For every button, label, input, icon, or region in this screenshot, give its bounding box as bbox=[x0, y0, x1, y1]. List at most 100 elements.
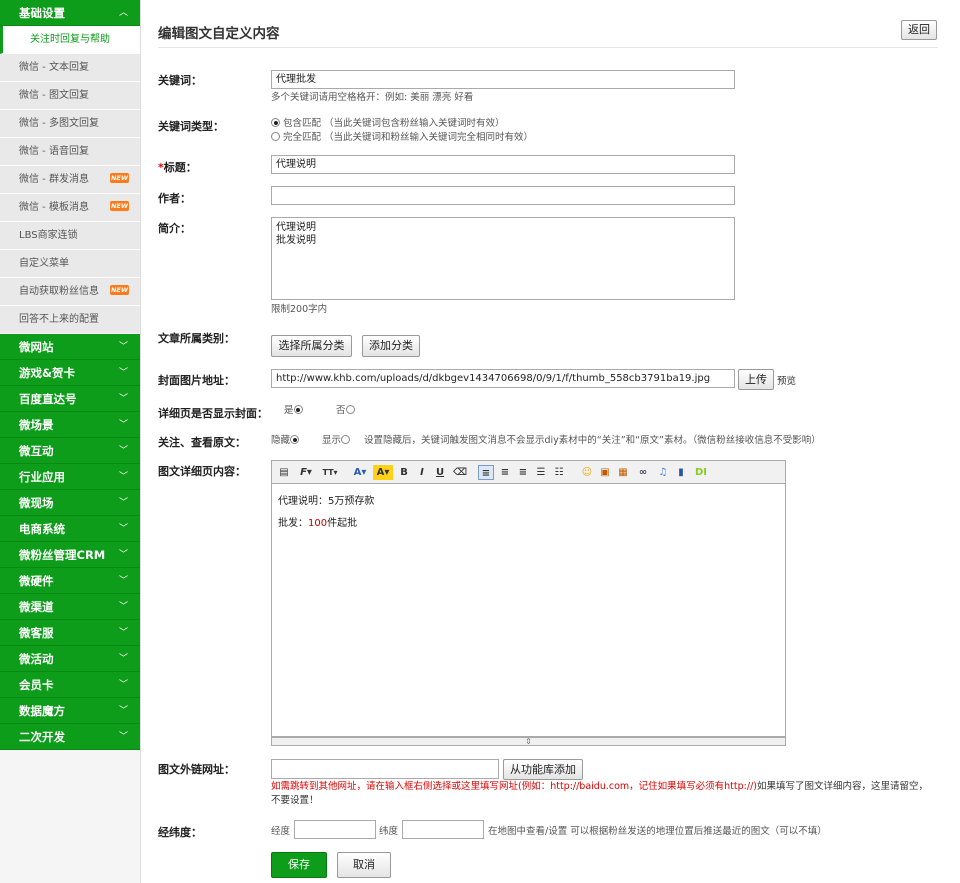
align-center-icon[interactable]: ≡ bbox=[498, 465, 512, 480]
underline-icon[interactable]: U bbox=[434, 465, 446, 480]
radio-unchecked-icon[interactable] bbox=[345, 405, 355, 414]
multi-image-icon[interactable]: ▦ bbox=[616, 465, 630, 480]
preview-link[interactable]: 预览 bbox=[777, 373, 796, 387]
sidebar-group[interactable]: 微硬件 ﹀ bbox=[0, 568, 140, 594]
sidebar-group[interactable]: 微活动 ﹀ bbox=[0, 646, 140, 672]
bold-icon[interactable]: B bbox=[398, 465, 410, 480]
radio-unchecked-icon[interactable] bbox=[271, 132, 280, 141]
sidebar-group[interactable]: 微网站 ﹀ bbox=[0, 334, 140, 360]
sidebar-group[interactable]: 百度直达号 ﹀ bbox=[0, 386, 140, 412]
show-cover-no-option[interactable]: 否 bbox=[336, 402, 358, 416]
chevron-down-icon: ﹀ bbox=[118, 472, 128, 482]
sidebar-group[interactable]: 游戏&贺卡 ﹀ bbox=[0, 360, 140, 386]
sidebar-group-basic-settings[interactable]: 基础设置 ︿ bbox=[0, 0, 140, 26]
author-input[interactable] bbox=[271, 186, 735, 205]
group-label: 微粉丝管理CRM bbox=[19, 548, 106, 562]
upload-button[interactable]: 上传 bbox=[738, 369, 774, 390]
sidebar-group[interactable]: 微现场 ﹀ bbox=[0, 490, 140, 516]
video-icon[interactable]: ▮ bbox=[674, 465, 688, 480]
group-label: 百度直达号 bbox=[19, 392, 77, 406]
show-cover-label: 详细页是否显示封面： bbox=[158, 407, 268, 420]
sidebar-item[interactable]: 自动获取粉丝信息 NEW bbox=[0, 278, 140, 306]
extlink-input[interactable] bbox=[271, 759, 499, 779]
sidebar-item[interactable]: 微信 - 文本回复 bbox=[0, 54, 140, 82]
editor-content[interactable]: 代理说明：5万预存款 批发：100件起批 bbox=[271, 484, 786, 737]
intro-limit-hint: 限制200字内 bbox=[271, 304, 328, 315]
follow-hide-option[interactable]: 隐藏 bbox=[271, 432, 302, 446]
font-family-icon[interactable]: F▾ bbox=[296, 465, 316, 480]
sidebar-item[interactable]: 回答不上来的配置 bbox=[0, 306, 140, 334]
font-color-icon[interactable]: A▾ bbox=[350, 465, 370, 480]
chevron-down-icon: ﹀ bbox=[118, 732, 128, 742]
music-icon[interactable]: ♫ bbox=[656, 465, 670, 480]
font-size-icon[interactable]: TT▾ bbox=[320, 465, 340, 480]
chevron-up-icon: ︿ bbox=[118, 8, 128, 18]
intro-textarea[interactable]: 代理说明 批发说明 bbox=[271, 217, 735, 300]
align-left-icon[interactable]: ≡ bbox=[478, 465, 494, 480]
sidebar-group[interactable]: 微场景 ﹀ bbox=[0, 412, 140, 438]
eraser-icon[interactable]: ⌫ bbox=[453, 465, 467, 480]
yes-label: 是 bbox=[284, 405, 294, 416]
sidebar-group[interactable]: 行业应用 ﹀ bbox=[0, 464, 140, 490]
sidebar-group[interactable]: 会员卡 ﹀ bbox=[0, 672, 140, 698]
radio-checked-icon[interactable] bbox=[293, 405, 303, 414]
link-icon[interactable]: ∞ bbox=[636, 465, 650, 480]
radio-checked-icon[interactable] bbox=[271, 118, 280, 127]
sidebar-item-label: LBS商家连锁 bbox=[19, 230, 78, 241]
editor-paragraph: 批发：100件起批 bbox=[278, 513, 779, 535]
back-button[interactable]: 返回 bbox=[901, 20, 937, 40]
longitude-input[interactable] bbox=[294, 820, 376, 839]
sidebar-item[interactable]: LBS商家连锁 bbox=[0, 222, 140, 250]
sidebar-item[interactable]: 微信 - 多图文回复 bbox=[0, 110, 140, 138]
sidebar-group[interactable]: 微渠道 ﹀ bbox=[0, 594, 140, 620]
save-button[interactable]: 保存 bbox=[271, 852, 327, 878]
kwtype-option-exact[interactable]: 完全匹配 （当此关键词和粉丝输入关键词完全相同时有效） bbox=[271, 129, 533, 143]
show-cover-yes-option[interactable]: 是 bbox=[284, 402, 306, 416]
sidebar-group[interactable]: 二次开发 ﹀ bbox=[0, 724, 140, 750]
sidebar-group[interactable]: 电商系统 ﹀ bbox=[0, 516, 140, 542]
editor-toolbar: ▤ F▾ TT▾ A▾ A▾ B I U ⌫ ≡ ≡ ≡ ☰ ☷ ☺ ▣ ▦ ∞… bbox=[271, 460, 786, 484]
sidebar-item[interactable]: 关注时回复与帮助 bbox=[0, 26, 140, 54]
ordered-list-icon[interactable]: ☰ bbox=[534, 465, 548, 480]
sidebar-group[interactable]: 微客服 ﹀ bbox=[0, 620, 140, 646]
sidebar-group[interactable]: 数据魔方 ﹀ bbox=[0, 698, 140, 724]
kwtype-opt2-label: 完全匹配 bbox=[283, 132, 322, 143]
chevron-down-icon: ﹀ bbox=[118, 420, 128, 430]
emoji-icon[interactable]: ☺ bbox=[580, 465, 594, 480]
cover-url-input[interactable]: http://www.khb.com/uploads/d/dkbgev14347… bbox=[271, 369, 735, 388]
add-from-library-button[interactable]: 从功能库添加 bbox=[503, 759, 583, 780]
highlight-color-icon[interactable]: A▾ bbox=[373, 465, 393, 480]
sidebar-group[interactable]: 微互动 ﹀ bbox=[0, 438, 140, 464]
select-category-button[interactable]: 选择所属分类 bbox=[271, 335, 352, 357]
title-label: *标题： bbox=[158, 159, 197, 175]
image-icon[interactable]: ▣ bbox=[598, 465, 612, 480]
radio-unchecked-icon[interactable] bbox=[341, 435, 351, 444]
latitude-input[interactable] bbox=[402, 820, 484, 839]
chevron-down-icon: ﹀ bbox=[118, 342, 128, 352]
sidebar-group[interactable]: 微粉丝管理CRM ﹀ bbox=[0, 542, 140, 568]
title-input[interactable]: 代理说明 bbox=[271, 155, 735, 174]
page-title: 编辑图文自定义内容 bbox=[158, 26, 280, 42]
sidebar-item[interactable]: 自定义菜单 bbox=[0, 250, 140, 278]
map-set-link[interactable]: 在地图中查看/设置 可以根据粉丝发送的地理位置后推送最近的图文（可以不填） bbox=[488, 823, 827, 837]
follow-show-option[interactable]: 显示 bbox=[322, 432, 353, 446]
extlink-warning: 如需跳转到其他网址，请在输入框右侧选择或这里填写网址(例如：http://bai… bbox=[271, 781, 757, 792]
add-category-button[interactable]: 添加分类 bbox=[362, 335, 420, 357]
kwtype-option-contains[interactable]: 包含匹配 （当此关键词包含粉丝输入关键词时有效） bbox=[271, 115, 505, 129]
sidebar-item[interactable]: 微信 - 图文回复 bbox=[0, 82, 140, 110]
new-badge: NEW bbox=[110, 201, 129, 211]
align-right-icon[interactable]: ≡ bbox=[516, 465, 530, 480]
italic-icon[interactable]: I bbox=[416, 465, 428, 480]
radio-checked-icon[interactable] bbox=[290, 435, 300, 444]
latitude-label: 纬度 bbox=[379, 826, 399, 837]
sidebar-item[interactable]: 微信 - 群发消息 NEW bbox=[0, 166, 140, 194]
editor-resize-handle[interactable]: ⇕ bbox=[271, 737, 786, 746]
sidebar-item[interactable]: 微信 - 语音回复 bbox=[0, 138, 140, 166]
category-label: 文章所属类别： bbox=[158, 332, 235, 345]
sidebar-item[interactable]: 微信 - 模板消息 NEW bbox=[0, 194, 140, 222]
keyword-input[interactable]: 代理批发 bbox=[271, 70, 735, 89]
cancel-button[interactable]: 取消 bbox=[337, 852, 391, 878]
unordered-list-icon[interactable]: ☷ bbox=[552, 465, 566, 480]
source-icon[interactable]: ▤ bbox=[278, 465, 290, 480]
diy-icon[interactable]: DI bbox=[692, 465, 710, 480]
